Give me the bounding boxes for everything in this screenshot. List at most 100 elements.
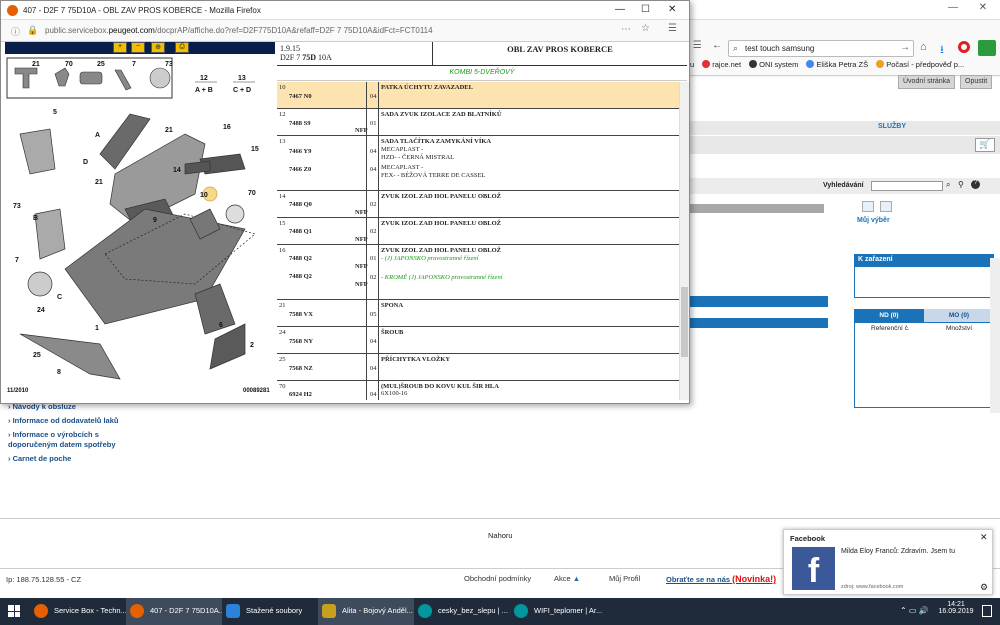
minimize-button[interactable]: — bbox=[938, 2, 968, 18]
clock[interactable]: 14:21 16.09.2019 bbox=[938, 601, 974, 615]
taskbar-item-servicebox[interactable]: Service Box - Techn... bbox=[30, 598, 126, 625]
table-scrollbar[interactable] bbox=[679, 82, 689, 400]
scrollbar-thumb[interactable] bbox=[681, 287, 688, 357]
callout: 70 bbox=[248, 190, 256, 197]
table-row[interactable]: 12 7488 S9 NFP 01 SADA ZVUK IZOLACE ZAD … bbox=[277, 109, 679, 136]
taskbar-item-arduino1[interactable]: cesky_bez_slepu | ... bbox=[414, 598, 510, 625]
top-part-label: 70 bbox=[65, 61, 73, 68]
table-row[interactable]: 14 7488 Q0 NFP 02 ZVUK IZOL ZAD HOL PANE… bbox=[277, 191, 679, 218]
info-icon[interactable]: ⓘ bbox=[11, 25, 20, 38]
insecure-lock-icon[interactable]: 🔒 bbox=[27, 25, 38, 36]
fit-icon[interactable]: ⊕ bbox=[151, 42, 165, 53]
minimize-button[interactable]: — bbox=[615, 4, 625, 15]
qty-column-header: Množství bbox=[946, 325, 973, 332]
tray-icons[interactable]: ⌃ ▭ 🔊 bbox=[900, 606, 929, 615]
bookmark-rajce[interactable]: rajce.net bbox=[702, 60, 741, 69]
callout: 15 bbox=[251, 146, 259, 153]
close-notification-button[interactable]: ✕ bbox=[980, 532, 988, 543]
taskbar-item-arduino2[interactable]: WIFI_teplomer | Ar... bbox=[510, 598, 606, 625]
home-page-button[interactable]: Úvodní stránka bbox=[898, 75, 956, 89]
cart-icon[interactable]: 🛒 bbox=[975, 138, 995, 152]
my-selection-link[interactable]: Můj výběr bbox=[857, 217, 890, 224]
to-classify-header: K zařazení bbox=[858, 256, 893, 263]
bookmark-eliska[interactable]: Eliška Petra ZŠ bbox=[806, 60, 868, 69]
page-actions-icon[interactable]: ⋯ bbox=[621, 24, 631, 35]
parts-title: OBL ZAV PROS KOBERCE bbox=[507, 44, 613, 54]
to-classify-box bbox=[854, 266, 994, 298]
home-icon[interactable]: ⌂ bbox=[920, 41, 927, 53]
tab-mo[interactable]: MO (0) bbox=[924, 309, 994, 322]
maximize-button[interactable]: ☐ bbox=[641, 4, 650, 15]
products-expiry-link[interactable]: Informace o výrobcích s doporučeným date… bbox=[8, 430, 118, 450]
taskbar-item-downloads[interactable]: Stažené soubory bbox=[222, 598, 318, 625]
contact-link[interactable]: Obraťte se na nás (Novinka!) bbox=[666, 574, 776, 584]
tab-nd[interactable]: ND (0) bbox=[854, 309, 924, 322]
hook-70 bbox=[225, 204, 245, 224]
back-to-top-link[interactable]: Nahoru bbox=[488, 531, 513, 540]
callout: 2 bbox=[250, 342, 254, 349]
profile-link[interactable]: Můj Profil bbox=[609, 574, 640, 583]
promotions-link[interactable]: Akce ▲ bbox=[554, 574, 580, 583]
print-icon[interactable]: ⎙ bbox=[175, 42, 189, 53]
logout-button[interactable]: Opustit bbox=[960, 75, 993, 89]
page-scrollbar[interactable] bbox=[990, 258, 1000, 413]
table-row[interactable]: 16 7488 Q2 NFP 01 7488 Q2 NFP 02 ZVUK IZ… bbox=[277, 245, 679, 300]
back-icon[interactable]: ← bbox=[712, 40, 722, 51]
notifications-icon[interactable] bbox=[982, 605, 992, 617]
terms-link[interactable]: Obchodní podmínky bbox=[464, 574, 531, 583]
table-row[interactable]: 10 7467 N0 04 PATKA ÚCHYTU ZAVAZADEL bbox=[277, 82, 679, 109]
bookmark-pocasi[interactable]: Počasí - předpověď p... bbox=[876, 60, 964, 69]
help-icon[interactable]: ? bbox=[971, 180, 980, 189]
parts-diagram: + − ⊕ ⎙ 21 70 25 7 73 12 A + B 13 C + D … bbox=[5, 42, 275, 400]
search-icon: ⌕ bbox=[733, 43, 739, 53]
bookmark-star-icon[interactable]: ☆ bbox=[641, 23, 650, 34]
table-row[interactable]: 13 7466 Y9 04 7466 Z0 04 SADA TLAČÍTKA Z… bbox=[277, 136, 679, 191]
close-button[interactable]: ✕ bbox=[668, 4, 676, 15]
table-row[interactable]: 21 7588 VX 05 SPONA bbox=[277, 300, 679, 327]
download-icon[interactable]: ⭳ bbox=[940, 41, 944, 60]
bookmark-oni[interactable]: ONI system bbox=[749, 60, 798, 69]
pocket-book-link[interactable]: Carnet de poche bbox=[8, 454, 72, 463]
extension-icon[interactable] bbox=[978, 40, 996, 56]
taskbar-item-popup[interactable]: 407 - D2F 7 75D10A... bbox=[126, 598, 222, 625]
notification-message: Milda Eloy Franců: Zdravím. Jsem tu bbox=[841, 548, 955, 555]
catalog-search-input[interactable] bbox=[871, 181, 943, 191]
menu-icon[interactable]: ☰ bbox=[690, 40, 710, 51]
callout: B bbox=[33, 215, 38, 222]
url-bar[interactable]: ⓘ 🔒 public.servicebox.peugeot.com/docprA… bbox=[1, 20, 689, 42]
zoom-out-icon[interactable]: − bbox=[131, 42, 145, 53]
close-window-button[interactable]: ✕ bbox=[968, 2, 998, 18]
opera-icon[interactable] bbox=[958, 41, 970, 53]
zoom-in-icon[interactable]: + bbox=[113, 42, 127, 53]
filter-icon[interactable]: ⚲ bbox=[958, 180, 964, 189]
table-row[interactable]: 24 7568 NY 04 ŠROUB bbox=[277, 327, 679, 354]
callout: 24 bbox=[37, 307, 45, 314]
list-view-icon[interactable] bbox=[862, 201, 874, 212]
settings-gear-icon[interactable]: ⚙ bbox=[980, 582, 988, 593]
firefox-icon bbox=[130, 604, 144, 618]
services-label[interactable]: SLUŽBY bbox=[878, 123, 906, 130]
top-part-label: 7 bbox=[132, 61, 136, 68]
callout: 73 bbox=[13, 203, 21, 210]
bookmark-partial[interactable]: u bbox=[690, 60, 694, 69]
menu-icon[interactable]: ☰ bbox=[668, 23, 677, 34]
callout: 5 bbox=[53, 109, 57, 116]
callout: 1 bbox=[95, 325, 99, 332]
popup-window: 407 - D2F 7 75D10A - OBL ZAV PROS KOBERC… bbox=[0, 0, 690, 404]
windows-start-icon[interactable] bbox=[8, 605, 20, 617]
grid-view-icon[interactable] bbox=[880, 201, 892, 212]
weather-icon bbox=[876, 60, 885, 68]
paint-supplier-link[interactable]: Informace od dodavatelů laků bbox=[8, 416, 119, 425]
callout: C bbox=[57, 294, 62, 301]
search-go-icon[interactable]: ⌕ bbox=[946, 180, 950, 190]
facebook-notification[interactable]: Facebook ✕ f Milda Eloy Franců: Zdravím.… bbox=[783, 529, 993, 595]
diagram-code: 00089281 bbox=[243, 388, 270, 394]
go-arrow-icon[interactable]: → bbox=[900, 42, 910, 53]
notification-site: zdroj: www.facebook.com bbox=[841, 584, 904, 590]
table-row[interactable]: 70 6924 H2 04 (MUL)ŠROUB DO KOVU KUL ŠIR… bbox=[277, 381, 679, 400]
table-row[interactable]: 25 7568 NZ 04 PŘÍCHYTKA VLOŽKY bbox=[277, 354, 679, 381]
taskbar-item-alita[interactable]: Alita - Bojový Anděl... bbox=[318, 598, 414, 625]
taskbar: Service Box - Techn... 407 - D2F 7 75D10… bbox=[0, 598, 1000, 625]
table-row[interactable]: 15 7488 Q1 NFP 02 ZVUK IZOL ZAD HOL PANE… bbox=[277, 218, 679, 245]
search-input[interactable]: ⌕ test touch samsung → bbox=[728, 40, 914, 57]
